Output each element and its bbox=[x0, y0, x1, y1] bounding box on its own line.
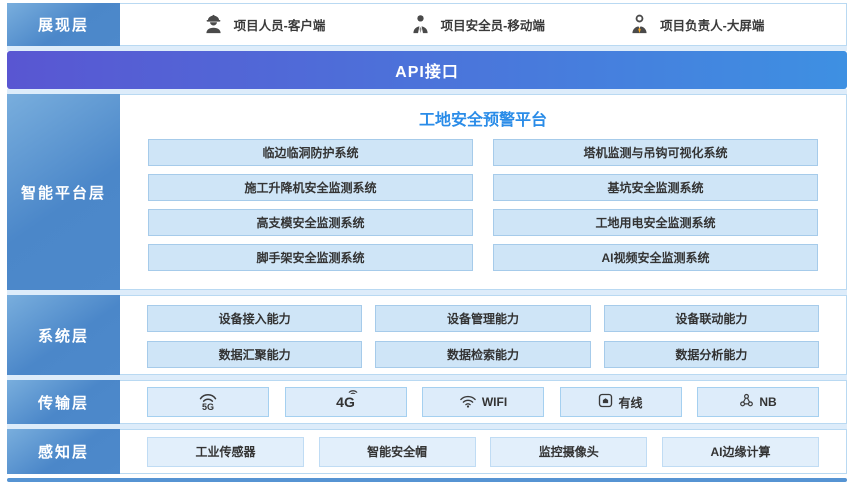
api-bar: API接口 bbox=[7, 51, 847, 89]
channel-label: WIFI bbox=[482, 395, 507, 409]
nb-iot-icon bbox=[739, 393, 754, 411]
capability-box: 数据汇聚能力 bbox=[147, 341, 362, 368]
device-box: 工业传感器 bbox=[147, 437, 304, 467]
capability-box: 设备联动能力 bbox=[604, 305, 819, 332]
system-layer-row: 系统层 设备接入能力 设备管理能力 设备联动能力 数据汇聚能力 数据检索能力 数… bbox=[7, 295, 847, 375]
capability-box: 数据分析能力 bbox=[604, 341, 819, 368]
api-bar-label: API接口 bbox=[395, 58, 459, 82]
channel-box-5g: 5G bbox=[147, 387, 269, 417]
platform-title: 工地安全预警平台 bbox=[120, 95, 846, 137]
channel-label: NB bbox=[759, 395, 776, 409]
system-box: AI视频安全监测系统 bbox=[493, 244, 818, 271]
system-box: 高支模安全监测系统 bbox=[148, 209, 473, 236]
transport-layer-row: 传输层 5G 4G bbox=[7, 380, 847, 424]
capability-box: 设备管理能力 bbox=[375, 305, 590, 332]
client-label: 项目人员-客户端 bbox=[234, 15, 326, 34]
client-item-mobile: 项目安全员-移动端 bbox=[409, 13, 545, 36]
transport-layer-content: 5G 4G bbox=[120, 380, 847, 424]
wifi-icon bbox=[459, 394, 477, 411]
device-box: 智能安全帽 bbox=[319, 437, 476, 467]
capability-box: 数据检索能力 bbox=[375, 341, 590, 368]
channel-label: 4G bbox=[336, 394, 355, 410]
platform-systems-grid: 临边临洞防护系统 塔机监测与吊钩可视化系统 施工升降机安全监测系统 基坑安全监测… bbox=[120, 137, 846, 271]
presentation-layer-label: 展现层 bbox=[7, 3, 120, 46]
bottom-accent-bar bbox=[7, 478, 847, 482]
platform-layer-content: 工地安全预警平台 临边临洞防护系统 塔机监测与吊钩可视化系统 施工升降机安全监测… bbox=[120, 94, 847, 290]
worker-icon bbox=[202, 13, 225, 36]
system-layer-content: 设备接入能力 设备管理能力 设备联动能力 数据汇聚能力 数据检索能力 数据分析能… bbox=[120, 295, 847, 375]
channel-box-4g: 4G bbox=[285, 387, 407, 417]
system-box: 脚手架安全监测系统 bbox=[148, 244, 473, 271]
client-item-bigscreen: 项目负责人-大屏端 bbox=[628, 13, 764, 36]
channel-box-wifi: WIFI bbox=[422, 387, 544, 417]
system-layer-label: 系统层 bbox=[7, 295, 120, 375]
channel-label: 有线 bbox=[618, 394, 642, 411]
safety-officer-icon bbox=[409, 13, 432, 36]
device-box: 监控摄像头 bbox=[490, 437, 647, 467]
device-box: AI边缘计算 bbox=[662, 437, 819, 467]
manager-icon bbox=[628, 13, 651, 36]
system-box: 工地用电安全监测系统 bbox=[493, 209, 818, 236]
perception-layer-row: 感知层 工业传感器 智能安全帽 监控摄像头 AI边缘计算 bbox=[7, 429, 847, 474]
capability-box: 设备接入能力 bbox=[147, 305, 362, 332]
system-box: 塔机监测与吊钩可视化系统 bbox=[493, 139, 818, 166]
client-label: 项目负责人-大屏端 bbox=[660, 15, 764, 34]
architecture-diagram: 展现层 项目人员-客户端 bbox=[0, 0, 854, 482]
client-item-pc: 项目人员-客户端 bbox=[202, 13, 326, 36]
perception-layer-content: 工业传感器 智能安全帽 监控摄像头 AI边缘计算 bbox=[120, 429, 847, 474]
system-box: 施工升降机安全监测系统 bbox=[148, 174, 473, 201]
transport-layer-label: 传输层 bbox=[7, 380, 120, 424]
platform-layer-row: 智能平台层 工地安全预警平台 临边临洞防护系统 塔机监测与吊钩可视化系统 施工升… bbox=[7, 94, 847, 290]
channel-label: 5G bbox=[202, 403, 214, 412]
system-capabilities-grid: 设备接入能力 设备管理能力 设备联动能力 数据汇聚能力 数据检索能力 数据分析能… bbox=[120, 296, 846, 368]
client-label: 项目安全员-移动端 bbox=[441, 15, 545, 34]
system-box: 基坑安全监测系统 bbox=[493, 174, 818, 201]
channel-box-wired: 有线 bbox=[560, 387, 682, 417]
channel-box-nb: NB bbox=[697, 387, 819, 417]
platform-layer-label: 智能平台层 bbox=[7, 94, 120, 290]
perception-layer-label: 感知层 bbox=[7, 429, 120, 474]
system-box: 临边临洞防护系统 bbox=[148, 139, 473, 166]
presentation-layer-row: 展现层 项目人员-客户端 bbox=[7, 3, 847, 46]
signal-4g-icon: 4G bbox=[336, 394, 355, 410]
wired-icon bbox=[598, 393, 613, 411]
presentation-layer-content: 项目人员-客户端 项目安全员-移动端 bbox=[120, 3, 847, 46]
